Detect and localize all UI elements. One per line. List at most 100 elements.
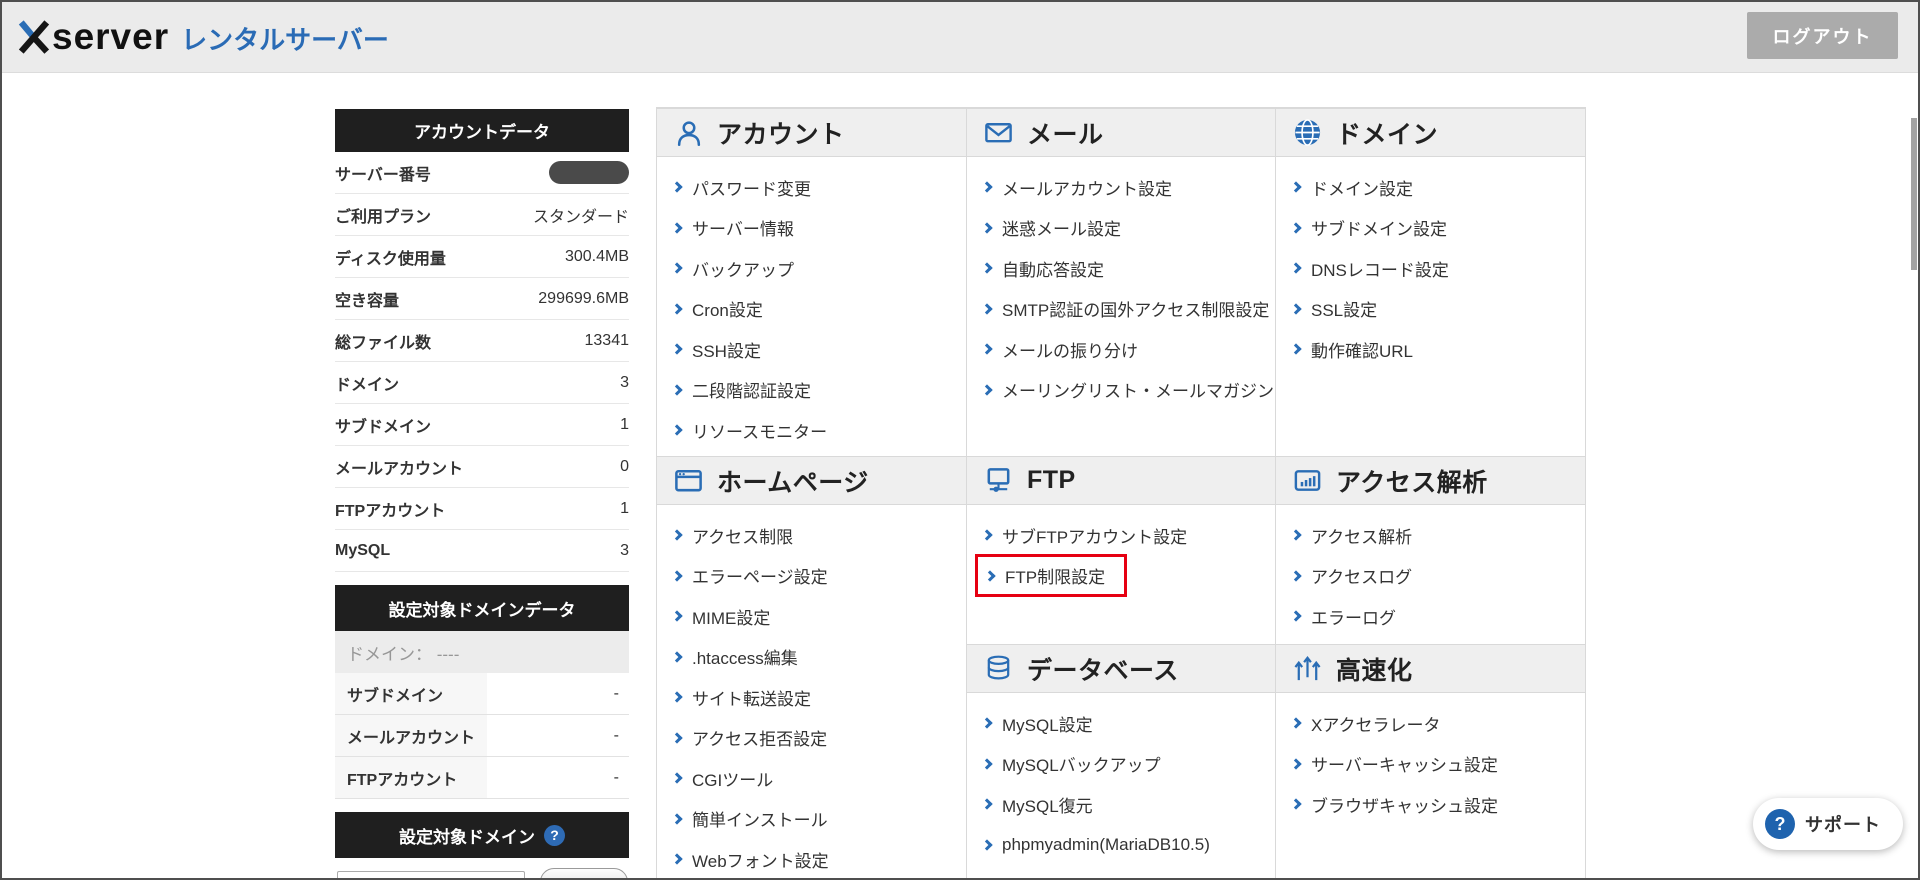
chevron-right-icon [981,529,993,541]
section-header: FTP [967,457,1275,505]
menu-section-analytics: アクセス解析 アクセス解析 アクセスログ エラーログ [1276,456,1585,644]
menu-item-label: 動作確認URL [1311,341,1414,361]
menu-section-account: アカウント パスワード変更 サーバー情報 バックアップ Cron設定 SSH設定 二段階認証… [657,108,966,456]
menu-item-label: ドメイン設定 [1311,179,1413,199]
menu-item-link[interactable]: 二段階認証設定 [671,370,966,411]
menu-item-link[interactable]: 自動応答設定 [981,248,1275,289]
menu-item-link[interactable]: ブラウザキャッシュ設定 [1290,784,1585,825]
logo-text: server [52,15,170,57]
menu-item-link[interactable]: ドメイン設定 [1290,167,1585,208]
menu-item-label: MySQL復元 [1002,796,1093,816]
vertical-scrollbar-thumb[interactable] [1911,118,1917,270]
section-title: メール [1027,120,1104,149]
chevron-right-icon [671,813,683,825]
menu-item-link[interactable]: MySQL復元 [981,784,1275,825]
menu-item-link[interactable]: DNSレコード設定 [1290,248,1585,289]
menu-item-link[interactable]: SSH設定 [671,329,966,370]
domain-select-input[interactable] [337,871,525,880]
menu-item-link[interactable]: .htaccess編集 [671,637,966,678]
row-label: ドメイン [335,376,400,394]
menu-item-link[interactable]: phpmyadmin(MariaDB10.5) [981,825,1275,866]
menu-item-link[interactable]: パスワード変更 [671,167,966,208]
chevron-right-icon [981,303,993,315]
menu-section-ftp: FTP サブFTPアカウント設定 FTP制限設定 [967,456,1275,644]
target-domain-select-title: 設定対象ドメイン [399,827,535,847]
section-title: ホームページ [717,468,869,497]
menu-item-link[interactable]: Webフォント設定 [671,839,966,880]
chevron-right-icon [671,343,683,355]
menu-item-link[interactable]: MySQLバックアップ [981,744,1275,785]
menu-item-link[interactable]: 動作確認URL [1290,329,1585,370]
menu-item-link[interactable]: エラーログ [1290,596,1585,637]
support-label: サポート [1805,815,1881,835]
question-circle-icon[interactable]: ? [544,824,565,846]
menu-item-link[interactable]: アクセス拒否設定 [671,718,966,759]
row-value: 3 [620,541,629,559]
menu-item-link[interactable]: FTP制限設定 [975,554,1275,598]
chevron-right-icon [981,758,993,770]
chevron-right-icon [1290,181,1302,193]
account-data-row: ディスク使用量 300.4MB [335,236,629,278]
menu-item-label: サーバーキャッシュ設定 [1311,756,1498,776]
support-button[interactable]: ? サポート [1753,798,1903,850]
menu-section-database: データベース MySQL設定 MySQLバックアップ MySQL復元 phpmyadmi… [967,644,1275,878]
menu-item-label: Webフォント設定 [692,851,829,871]
menu-item-label: DNSレコード設定 [1311,260,1449,280]
menu-item-label: 二段階認証設定 [692,382,811,402]
section-item-list: ドメイン設定サブドメイン設定 DNSレコード設定 SSL設定動作確認URL [1276,157,1585,370]
menu-item-link[interactable]: サブFTPアカウント設定 [981,515,1275,556]
menu-item-label: メーリングリスト・メールマガジン [1002,382,1274,402]
menu-item-link[interactable]: SSL設定 [1290,289,1585,330]
section-title: ドメイン [1336,120,1439,149]
menu-item-link[interactable]: メールアカウント設定 [981,167,1275,208]
account-data-row: MySQL 3 [335,530,629,572]
menu-item-label: メールアカウント設定 [1002,179,1172,199]
logo-suffix-text: レンタルサーバー [181,25,389,55]
menu-item-label: phpmyadmin(MariaDB10.5) [1002,834,1210,854]
menu-item-link[interactable]: MIME設定 [671,596,966,637]
menu-section-speed: 高速化 Xアクセラレータ サーバーキャッシュ設定 ブラウザキャッシュ設定 [1276,644,1585,878]
logout-button[interactable]: ログアウト [1747,12,1898,59]
account-data-row: サーバー番号 [335,152,629,194]
menu-item-link[interactable]: エラーページ設定 [671,556,966,597]
menu-item-label: SSH設定 [692,341,761,361]
menu-item-link[interactable]: アクセスログ [1290,556,1585,597]
redacted-server-number [549,161,629,184]
chart-icon [1292,465,1323,496]
row-label: サブドメイン [335,673,487,714]
globe-icon [1292,117,1323,148]
menu-item-link[interactable]: MySQL設定 [981,703,1275,744]
menu-item-link[interactable]: アクセス解析 [1290,515,1585,556]
row-label: サーバー番号 [335,166,431,184]
target-domain-data-row: メールアカウント - [335,715,629,757]
menu-item-link[interactable]: サブドメイン設定 [1290,208,1585,249]
xserver-control-panel: server レンタルサーバー ログアウト アカウントデータ サーバー番号 ご利用… [0,0,1920,880]
target-domain-data-row: FTPアカウント - [335,757,629,799]
menu-item-label: MySQLバックアップ [1002,756,1161,776]
chevron-right-icon [1290,262,1302,274]
account-data-row: メールアカウント 0 [335,446,629,488]
menu-item-link[interactable]: SMTP認証の国外アクセス制限設定 [981,289,1275,330]
domain-apply-button[interactable] [540,868,628,880]
menu-item-link[interactable]: サーバー情報 [671,208,966,249]
chevron-right-icon [1290,610,1302,622]
section-title: FTP [1027,466,1076,494]
menu-item-label: 簡単インストール [692,811,828,831]
menu-item-link[interactable]: アクセス制限 [671,515,966,556]
menu-item-link[interactable]: リソースモニター [671,410,966,451]
menu-item-label: サイト転送設定 [692,689,811,709]
chevron-right-icon [671,262,683,274]
menu-item-link[interactable]: CGIツール [671,758,966,799]
menu-item-link[interactable]: Cron設定 [671,289,966,330]
menu-item-link[interactable]: サイト転送設定 [671,677,966,718]
menu-item-link[interactable]: Xアクセラレータ [1290,703,1585,744]
menu-item-link[interactable]: 簡単インストール [671,799,966,840]
menu-item-link[interactable]: 迷惑メール設定 [981,208,1275,249]
menu-item-link[interactable]: メールの振り分け [981,329,1275,370]
chevron-right-icon [671,691,683,703]
menu-item-link[interactable]: メーリングリスト・メールマガジン [981,370,1275,411]
menu-item-link[interactable]: バックアップ [671,248,966,289]
menu-item-link[interactable]: サーバーキャッシュ設定 [1290,744,1585,785]
chevron-right-icon [1290,303,1302,315]
row-value: - [613,768,619,786]
